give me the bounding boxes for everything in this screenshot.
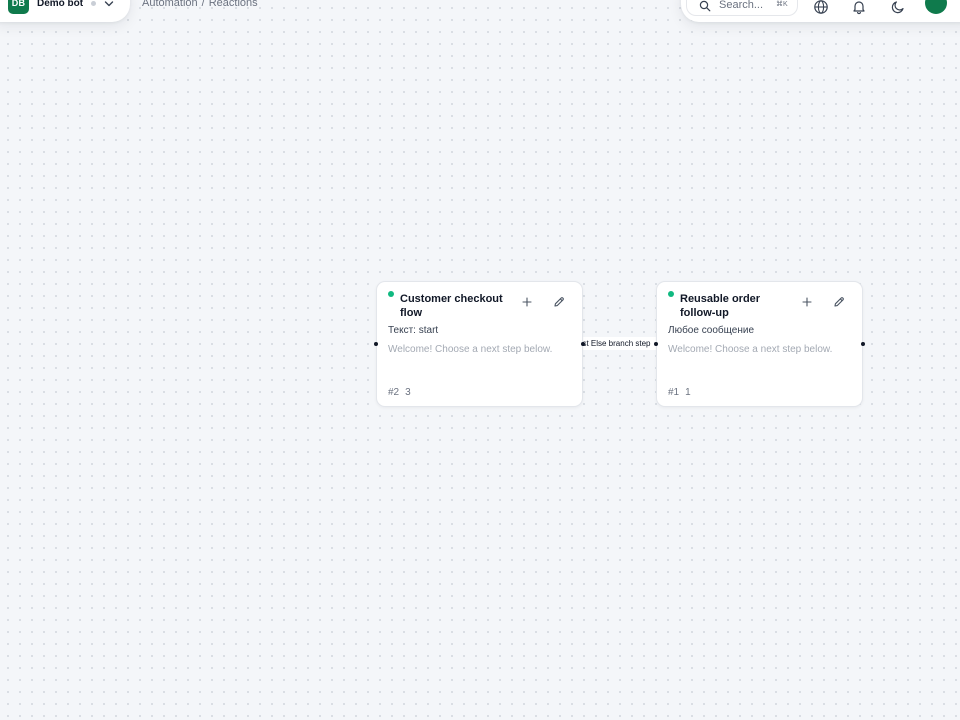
node-input-handle[interactable]	[374, 342, 378, 346]
node-trigger: Любое сообщение	[668, 325, 755, 336]
node-count: 3	[405, 387, 411, 398]
plus-icon	[522, 297, 532, 307]
node-footer: #1 1	[668, 387, 691, 398]
pencil-icon	[834, 297, 844, 307]
flow-node-reusable-order[interactable]: Reusable order follow-up Любое сообщение…	[654, 281, 865, 407]
node-title: Reusable order follow-up	[680, 293, 761, 319]
edge-label-text: Test Else branch step	[583, 339, 651, 348]
node-footer: #2 3	[388, 387, 411, 398]
edit-node-button[interactable]	[552, 295, 566, 309]
edit-node-button[interactable]	[832, 295, 846, 309]
moon-icon[interactable]	[890, 0, 906, 15]
breadcrumb: Automation / Reactions	[142, 0, 258, 9]
breadcrumb-section[interactable]: Automation	[142, 0, 198, 9]
user-avatar[interactable]	[925, 0, 947, 14]
node-title: Customer checkout flow	[400, 293, 503, 319]
node-message-preview: Welcome! Choose a next step below.	[668, 344, 833, 355]
search-icon	[699, 0, 711, 12]
node-trigger: Текст: start	[388, 325, 439, 336]
chevron-down-icon[interactable]	[104, 0, 114, 8]
node-input-handle[interactable]	[654, 342, 658, 346]
node-output-handle[interactable]	[861, 342, 865, 346]
add-step-button[interactable]	[800, 295, 814, 309]
node-id: #1	[668, 387, 680, 398]
search-shortcut: ⌘K	[776, 1, 788, 8]
node-output-handle[interactable]	[581, 342, 585, 346]
breadcrumb-current: Reactions	[208, 0, 258, 9]
workspace-switcher[interactable]: DB Demo bot	[0, 0, 130, 22]
globe-icon[interactable]	[813, 0, 829, 15]
node-status-dot	[388, 291, 394, 297]
plus-icon	[802, 297, 812, 307]
node-status-dot	[668, 291, 674, 297]
workspace-name: Demo bot	[37, 0, 84, 9]
bell-icon[interactable]	[851, 0, 867, 15]
workspace-avatar: DB	[8, 0, 29, 14]
workspace-status-dot	[91, 1, 97, 6]
breadcrumb-separator: /	[201, 0, 205, 9]
top-toolbar: Search... ⌘K	[681, 0, 960, 22]
edge-label[interactable]: Test Else branch step	[583, 337, 657, 350]
node-message-preview: Welcome! Choose a next step below.	[388, 344, 553, 355]
search-input[interactable]: Search... ⌘K	[686, 0, 798, 16]
flow-node-customer-checkout[interactable]: Customer checkout flow Текст: start Welc…	[374, 281, 585, 407]
search-placeholder: Search...	[719, 0, 764, 11]
node-id: #2	[388, 387, 400, 398]
add-step-button[interactable]	[520, 295, 534, 309]
node-count: 1	[685, 387, 691, 398]
pencil-icon	[554, 297, 564, 307]
